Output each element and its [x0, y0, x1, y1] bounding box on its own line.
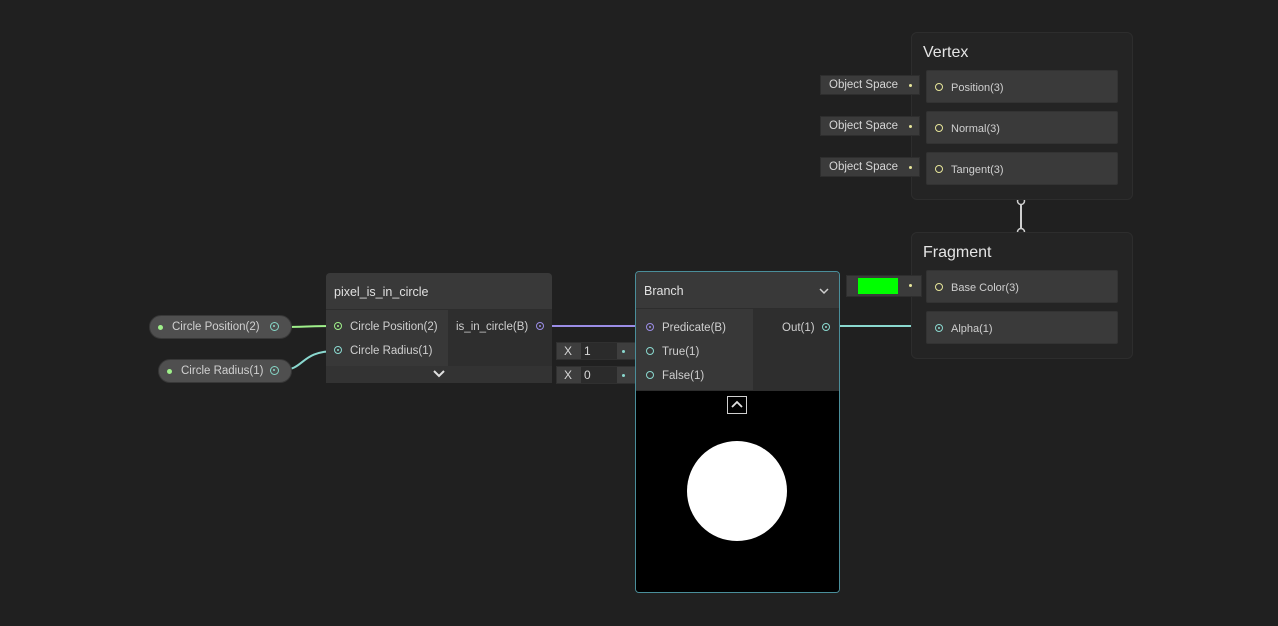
block-port[interactable]: [935, 283, 943, 291]
subgraph-inputs: [326, 310, 448, 366]
subgraph-node-title[interactable]: pixel_is_in_circle: [326, 273, 552, 309]
space-field-normal[interactable]: Object Space: [820, 116, 920, 136]
block-label: Position(3): [951, 82, 1004, 94]
value-dot: [622, 350, 625, 353]
space-dot: [909, 125, 912, 128]
vertex-context[interactable]: Vertex Position(3) Normal(3) Tangent(3): [911, 32, 1133, 200]
fragment-context[interactable]: Fragment Base Color(3) Alpha(1): [911, 232, 1133, 359]
property-dot: [158, 325, 163, 330]
false-value-field[interactable]: X 0: [556, 366, 636, 384]
input-label-predicate: Predicate(B): [662, 322, 726, 334]
block-alpha[interactable]: Alpha(1): [926, 311, 1118, 344]
value-input[interactable]: 0: [581, 367, 617, 383]
output-port-out[interactable]: [822, 323, 830, 331]
block-base-color[interactable]: Base Color(3): [926, 270, 1118, 303]
base-color-swatch[interactable]: [858, 278, 898, 294]
property-label: Circle Position(2): [172, 321, 260, 333]
input-port-true[interactable]: [646, 347, 654, 355]
block-port[interactable]: [935, 83, 943, 91]
subgraph-node[interactable]: pixel_is_in_circle Circle Position(2) Ci…: [326, 273, 552, 383]
property-circle-radius[interactable]: Circle Radius(1): [158, 359, 292, 383]
input-port-circle-radius[interactable]: [334, 346, 342, 354]
space-dot: [909, 284, 912, 287]
input-port-predicate[interactable]: [646, 323, 654, 331]
block-tangent[interactable]: Tangent(3): [926, 152, 1118, 185]
chevron-down-icon[interactable]: [433, 369, 445, 379]
axis-label: X: [564, 368, 573, 382]
space-label: Object Space: [829, 161, 899, 173]
block-label: Normal(3): [951, 123, 1000, 135]
branch-node-title[interactable]: Branch: [636, 272, 839, 308]
block-label: Base Color(3): [951, 282, 1019, 294]
branch-node[interactable]: Branch Predicate(B) True(1) False(1) Out…: [635, 271, 840, 593]
property-output-port[interactable]: [270, 322, 279, 331]
true-value-field[interactable]: X 1: [556, 342, 636, 360]
block-label: Tangent(3): [951, 164, 1004, 176]
input-label-circle-radius: Circle Radius(1): [350, 345, 433, 357]
chevron-up-icon: [731, 400, 743, 408]
property-circle-position[interactable]: Circle Position(2): [149, 315, 292, 339]
chevron-down-icon[interactable]: [819, 287, 829, 295]
space-dot: [909, 84, 912, 87]
block-port[interactable]: [935, 324, 943, 332]
subgraph-outputs: [448, 310, 552, 366]
property-label: Circle Radius(1): [181, 365, 264, 377]
input-label-true: True(1): [662, 346, 700, 358]
input-port-circle-position[interactable]: [334, 322, 342, 330]
space-label: Object Space: [829, 79, 899, 91]
space-dot: [909, 166, 912, 169]
block-port[interactable]: [935, 165, 943, 173]
block-position[interactable]: Position(3): [926, 70, 1118, 103]
preview-circle: [687, 441, 787, 541]
space-field-position[interactable]: Object Space: [820, 75, 920, 95]
output-label-is-in-circle: is_in_circle(B): [456, 321, 529, 333]
output-label-out: Out(1): [782, 322, 815, 334]
axis-label: X: [564, 344, 573, 358]
input-label-circle-position: Circle Position(2): [350, 321, 438, 333]
space-field-tangent[interactable]: Object Space: [820, 157, 920, 177]
block-normal[interactable]: Normal(3): [926, 111, 1118, 144]
preview-toggle[interactable]: [727, 396, 747, 414]
property-output-port[interactable]: [270, 366, 279, 375]
property-dot: [167, 369, 172, 374]
subgraph-footer[interactable]: [326, 366, 552, 383]
value-input[interactable]: 1: [581, 343, 617, 359]
fragment-title: Fragment: [923, 244, 992, 261]
input-label-false: False(1): [662, 370, 705, 382]
branch-preview: [636, 391, 839, 592]
vertex-title: Vertex: [923, 44, 969, 61]
output-port-is-in-circle[interactable]: [536, 322, 544, 330]
input-port-false[interactable]: [646, 371, 654, 379]
space-label: Object Space: [829, 120, 899, 132]
branch-title-text: Branch: [644, 284, 684, 298]
block-label: Alpha(1): [951, 323, 993, 335]
block-port[interactable]: [935, 124, 943, 132]
value-dot: [622, 374, 625, 377]
